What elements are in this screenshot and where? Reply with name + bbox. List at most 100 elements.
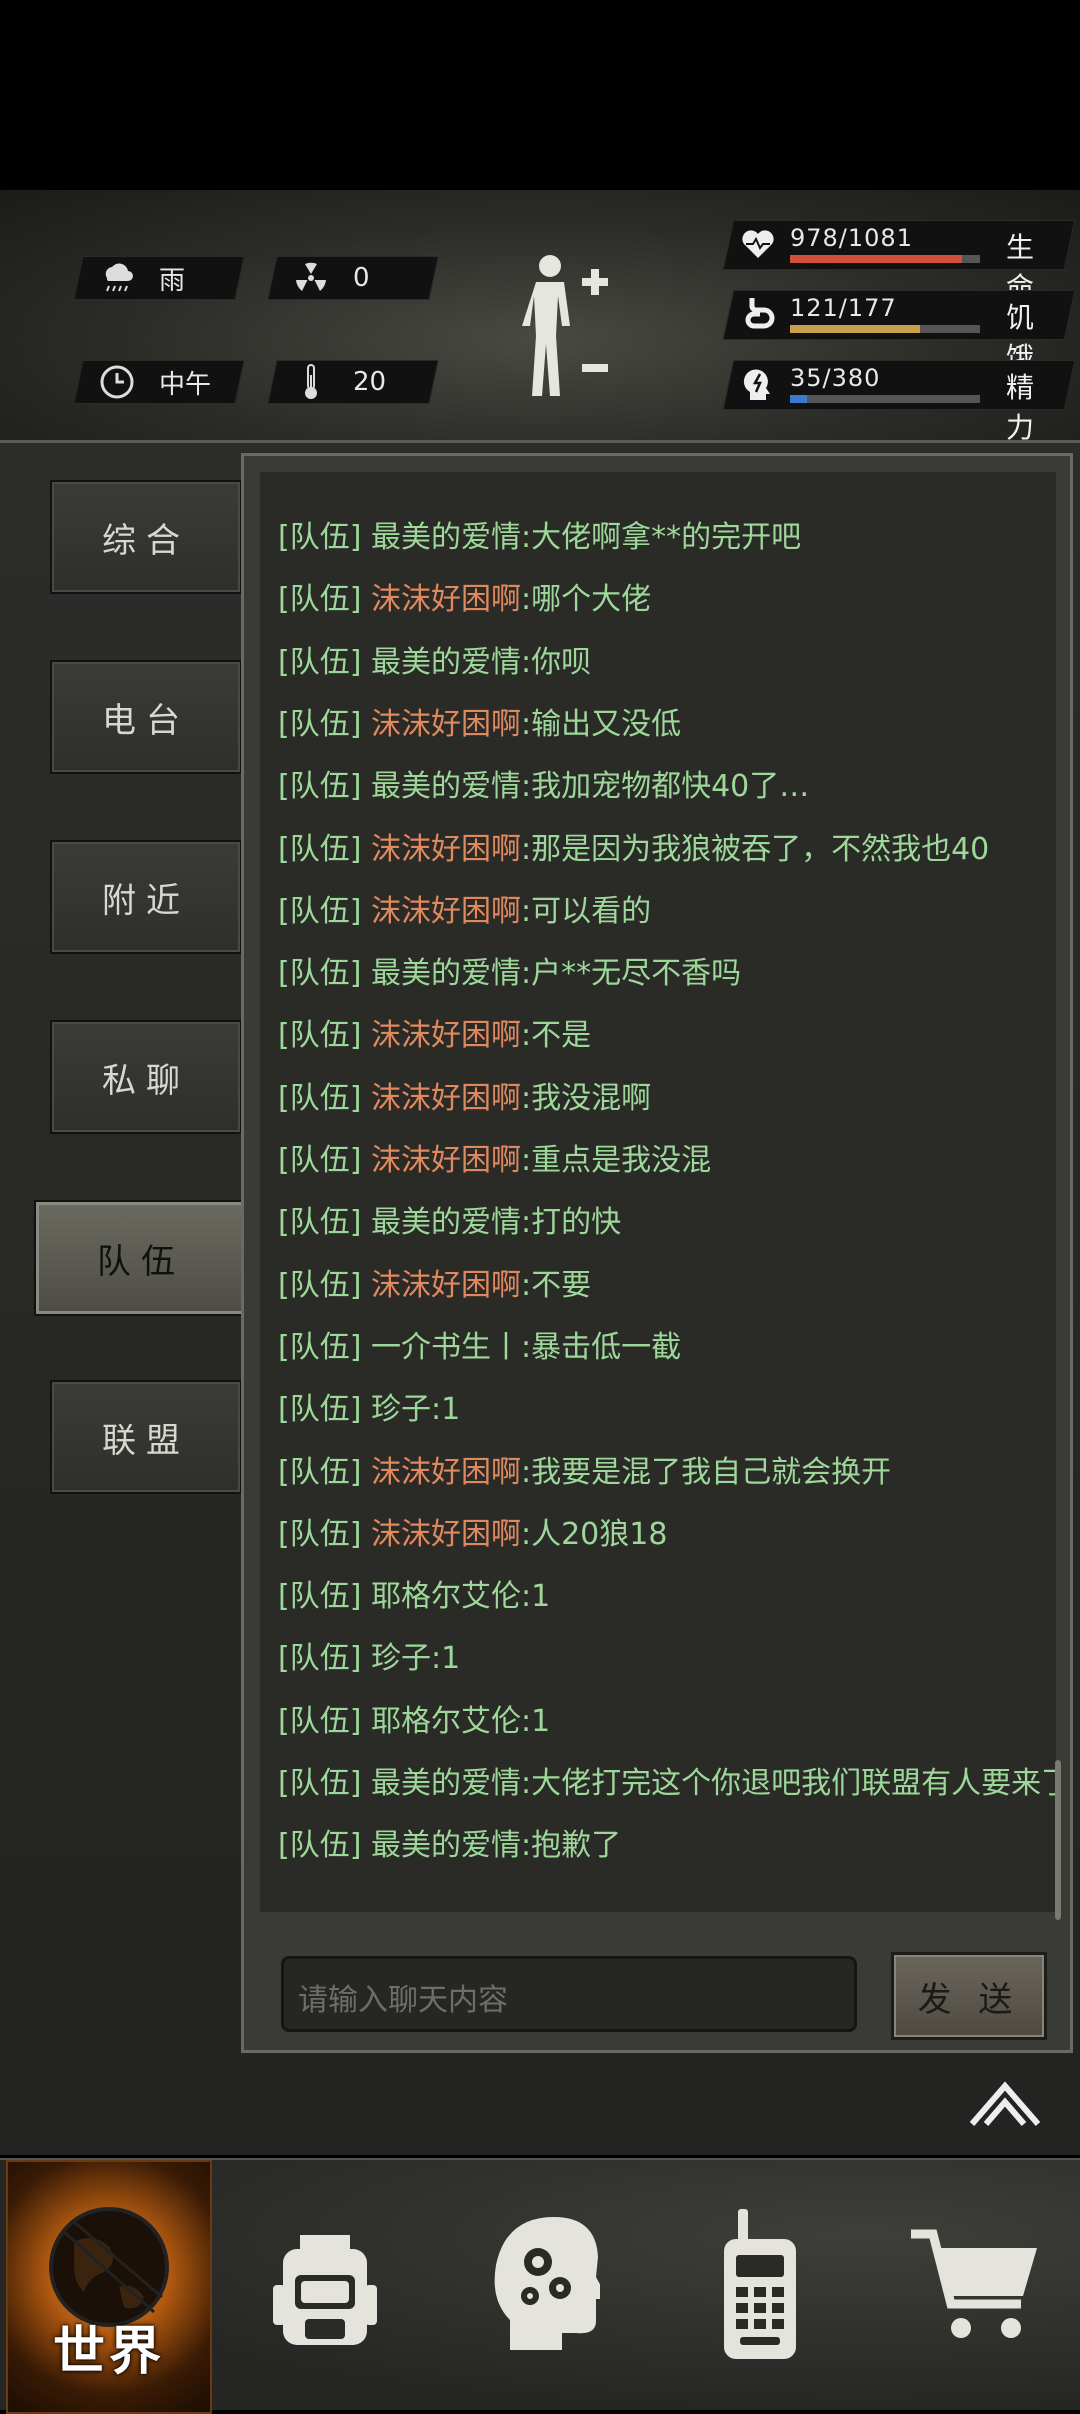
message-sender[interactable]: 最美的爱情 xyxy=(371,1766,521,1801)
radiation-icon xyxy=(291,258,331,298)
message-channel: [队伍] xyxy=(278,956,362,991)
message-text: :我加宠物都快40了… xyxy=(520,769,810,804)
time-chip: 中午 xyxy=(73,360,245,404)
chat-message: [队伍] 最美的爱情:打的快 xyxy=(278,1197,621,1241)
message-channel: [队伍] xyxy=(278,645,362,680)
message-channel: [队伍] xyxy=(278,1828,362,1863)
radiation-value: 0 xyxy=(353,263,370,293)
chat-input[interactable]: 请输入聊天内容 xyxy=(281,1956,857,2032)
message-sender[interactable]: 沫沫好困啊 xyxy=(371,1517,521,1552)
character-body-button[interactable] xyxy=(520,248,620,408)
message-channel: [队伍] xyxy=(278,582,362,617)
nav-world[interactable]: 世界 xyxy=(6,2160,212,2414)
message-sender[interactable]: 沫沫好困啊 xyxy=(371,894,521,929)
message-sender[interactable]: 沫沫好困啊 xyxy=(371,1081,521,1116)
hunger-value: 121/177 xyxy=(790,294,897,322)
message-channel: [队伍] xyxy=(278,1205,362,1240)
double-chevron-up-icon xyxy=(969,2081,1041,2126)
clock-icon xyxy=(97,362,137,402)
message-channel: [队伍] xyxy=(278,1143,362,1178)
message-text: :打的快 xyxy=(520,1205,622,1240)
message-text: :抱歉了 xyxy=(520,1828,622,1863)
message-channel: [队伍] xyxy=(278,1579,362,1614)
message-sender[interactable]: 最美的爱情 xyxy=(371,956,521,991)
message-text: :大佬打完这个你退吧我们联盟有人要来了 xyxy=(520,1766,1056,1801)
shopping-cart-icon xyxy=(911,2229,1037,2338)
message-channel: [队伍] xyxy=(278,1641,362,1676)
message-text: :户**无尽不香吗 xyxy=(520,956,742,991)
message-sender[interactable]: 沫沫好困啊 xyxy=(371,1455,521,1490)
system-status-bar xyxy=(0,0,1080,190)
tab-alliance[interactable]: 联盟 xyxy=(50,1380,242,1494)
chat-message: [队伍] 最美的爱情:我加宠物都快40了… xyxy=(278,761,809,805)
nav-skills[interactable] xyxy=(450,2160,640,2410)
collapse-button[interactable] xyxy=(965,2073,1045,2133)
tab-nearby[interactable]: 附近 xyxy=(50,840,242,954)
body-figure-icon xyxy=(522,255,608,396)
chat-message: [队伍] 沫沫好困啊:重点是我没混 xyxy=(278,1135,711,1179)
message-sender[interactable]: 耶格尔艾伦 xyxy=(371,1579,521,1614)
tab-team[interactable]: 队伍 xyxy=(34,1200,248,1316)
message-sender[interactable]: 最美的爱情 xyxy=(371,1205,521,1240)
message-sender[interactable]: 珍子 xyxy=(371,1392,431,1427)
message-text: :输出又没低 xyxy=(520,707,682,742)
chat-message: [队伍] 沫沫好困啊:那是因为我狼被吞了，不然我也40 xyxy=(278,824,989,868)
message-text: :不是 xyxy=(520,1018,592,1053)
weather-chip: 雨 xyxy=(73,256,245,300)
chat-message: [队伍] 沫沫好困啊:人20狼18 xyxy=(278,1509,667,1553)
message-sender[interactable]: 最美的爱情 xyxy=(371,520,521,555)
message-sender[interactable]: 珍子 xyxy=(371,1641,431,1676)
chat-message: [队伍] 最美的爱情:户**无尽不香吗 xyxy=(278,948,741,992)
nav-shop[interactable] xyxy=(880,2160,1070,2410)
chat-message: [队伍] 沫沫好困啊:哪个大佬 xyxy=(278,574,651,618)
message-text: :重点是我没混 xyxy=(520,1143,712,1178)
chat-message: [队伍] 沫沫好困啊:我要是混了我自己就会换开 xyxy=(278,1447,891,1491)
send-button[interactable]: 发 送 xyxy=(891,1952,1047,2040)
chat-message: [队伍] 珍子:1 xyxy=(278,1633,460,1677)
nav-radio[interactable] xyxy=(665,2160,855,2410)
energy-value: 35/380 xyxy=(790,364,881,392)
message-text: :1 xyxy=(520,1704,551,1739)
chat-message: [队伍] 沫沫好困啊:可以看的 xyxy=(278,886,651,930)
walkie-talkie-icon xyxy=(724,2209,796,2359)
chat-message: [队伍] 一介书生丨:暴击低一截 xyxy=(278,1322,681,1366)
weather-text: 雨 xyxy=(159,265,186,296)
tab-radio[interactable]: 电台 xyxy=(50,660,242,774)
message-sender[interactable]: 沫沫好困啊 xyxy=(371,1143,521,1178)
message-sender[interactable]: 沫沫好困啊 xyxy=(371,582,521,617)
chat-message: [队伍] 沫沫好困啊:不是 xyxy=(278,1010,591,1054)
message-sender[interactable]: 沫沫好困啊 xyxy=(371,1018,521,1053)
message-sender[interactable]: 沫沫好困啊 xyxy=(371,1268,521,1303)
message-text: :1 xyxy=(430,1641,461,1676)
nav-world-label: 世界 xyxy=(52,2322,165,2382)
message-text: :我要是混了我自己就会换开 xyxy=(520,1455,892,1490)
nav-backpack[interactable] xyxy=(230,2160,420,2410)
status-hud: 雨 0 中午 20 978/1081 生命 121/177 饥饿 35/380 … xyxy=(0,190,1080,444)
chat-message: [队伍] 最美的爱情:抱歉了 xyxy=(278,1820,621,1864)
message-channel: [队伍] xyxy=(278,894,362,929)
message-channel: [队伍] xyxy=(278,1517,362,1552)
tab-private[interactable]: 私聊 xyxy=(50,1020,242,1134)
head-gears-icon xyxy=(494,2217,600,2350)
message-sender[interactable]: 最美的爱情 xyxy=(371,1828,521,1863)
backpack-icon xyxy=(273,2235,377,2345)
chat-message: [队伍] 耶格尔艾伦:1 xyxy=(278,1571,550,1615)
chat-box: [队伍] 最美的爱情:大佬啊拿**的完开吧 [队伍] 沫沫好困啊:哪个大佬 [队伍]… xyxy=(241,453,1073,2053)
energy-label: 精力 xyxy=(1006,371,1035,444)
radiation-chip: 0 xyxy=(267,256,439,300)
message-sender[interactable]: 最美的爱情 xyxy=(371,645,521,680)
temperature-value: 20 xyxy=(353,367,387,397)
message-sender[interactable]: 最美的爱情 xyxy=(371,769,521,804)
message-channel: [队伍] xyxy=(278,1455,362,1490)
message-sender[interactable]: 沫沫好困啊 xyxy=(371,707,521,742)
chat-scrollbar[interactable] xyxy=(1055,1760,1061,1920)
message-sender[interactable]: 一介书生丨 xyxy=(371,1330,521,1365)
message-text: :大佬啊拿**的完开吧 xyxy=(520,520,802,555)
message-sender[interactable]: 耶格尔艾伦 xyxy=(371,1704,521,1739)
chat-message: [队伍] 耶格尔艾伦:1 xyxy=(278,1696,550,1740)
message-sender[interactable]: 沫沫好困啊 xyxy=(371,832,521,867)
message-channel: [队伍] xyxy=(278,1018,362,1053)
bottom-nav: 世界 xyxy=(0,2158,1080,2414)
tab-general[interactable]: 综合 xyxy=(50,480,242,594)
message-list[interactable]: [队伍] 最美的爱情:大佬啊拿**的完开吧 [队伍] 沫沫好困啊:哪个大佬 [队伍]… xyxy=(260,472,1056,1912)
